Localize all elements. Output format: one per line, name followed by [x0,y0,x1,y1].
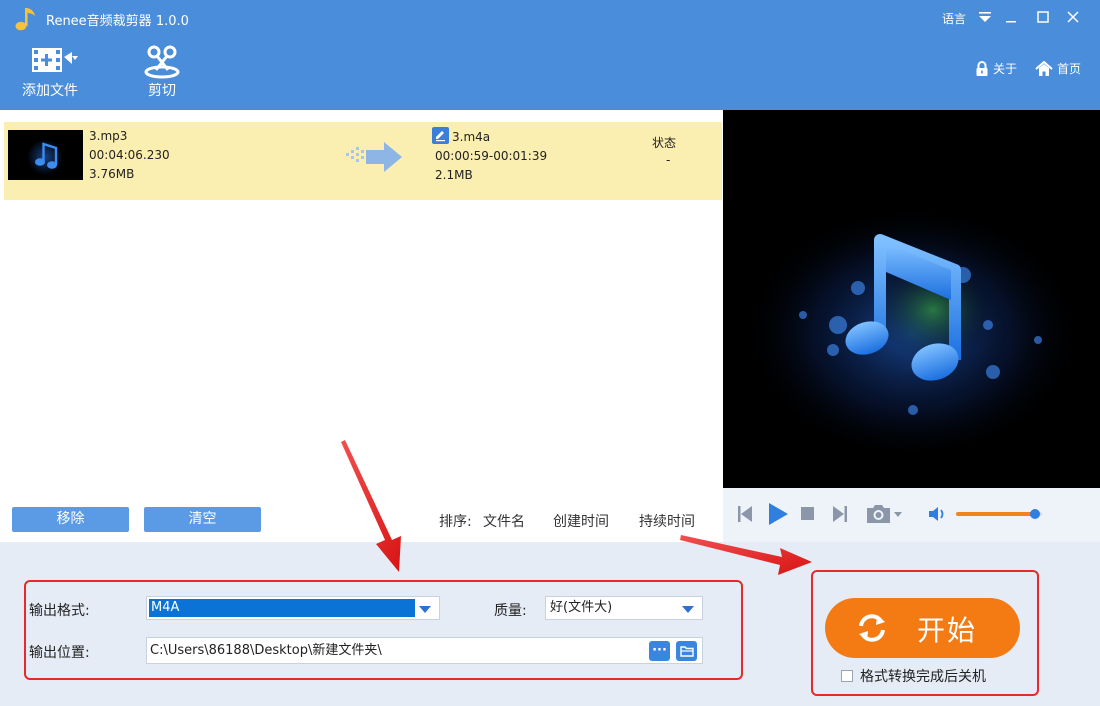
sort-by-duration[interactable]: 持续时间 [639,511,695,531]
start-button[interactable]: 开始 [825,598,1020,658]
about-label: 关于 [993,62,1018,76]
home-label: 首页 [1057,62,1082,76]
output-file-name: 3.m4a [452,130,491,144]
cut-label: 剪切 [148,83,176,99]
cut-button[interactable]: 剪切 [138,44,186,100]
convert-arrow-icon [346,142,402,172]
sort-label: 排序: [439,514,472,530]
start-label: 开始 [917,614,978,647]
music-note-logo-icon [15,8,35,31]
file-list-panel: 3.mp3 00:04:06.230 3.76MB 3.m4a 00:00:59… [0,110,723,542]
remove-button[interactable]: 移除 [12,507,129,532]
shutdown-after-conversion-label: 格式转换完成后关机 [860,669,986,685]
output-location-label: 输出位置: [29,645,90,661]
add-video-file-icon [32,48,78,72]
previous-track-icon[interactable] [737,505,753,523]
clear-button[interactable]: 清空 [144,507,261,532]
stop-icon[interactable] [801,507,815,521]
app-title: Renee音频裁剪器 1.0.0 [46,14,189,29]
open-folder-button[interactable] [676,641,697,661]
quality-label: 质量: [494,603,527,619]
player-controls [723,488,1100,542]
home-icon [1035,60,1053,76]
sort-by-created-time[interactable]: 创建时间 [553,511,609,531]
source-file-name: 3.mp3 [89,129,128,143]
volume-slider-fill [956,512,1036,516]
chevron-down-icon [682,606,694,613]
output-settings-area: 输出格式: M4A 质量: 好(文件大) 输出位置: C:\Users\8618… [0,542,1100,706]
maximize-button[interactable] [1032,6,1054,28]
music-note-thumbnail-icon [8,130,83,180]
language-menu[interactable]: 语言 [942,10,966,27]
volume-slider-handle[interactable] [1030,509,1041,519]
menu-dropdown-button[interactable] [974,6,996,28]
maximize-icon [1037,11,1049,23]
browse-button[interactable]: ··· [649,641,670,661]
close-icon [1067,11,1079,23]
camera-snapshot-icon[interactable] [866,503,904,525]
quality-select[interactable]: 好(文件大) [545,596,703,620]
output-format-value: M4A [149,599,415,617]
edit-icon[interactable] [432,127,449,144]
play-icon[interactable] [767,502,789,526]
output-time-range: 00:00:59-00:01:39 [435,149,548,163]
more-dots-icon: ··· [652,643,667,658]
next-track-icon[interactable] [832,505,848,523]
add-file-button[interactable]: 添加文件 [18,44,82,100]
output-file-size: 2.1MB [435,168,473,182]
chevron-down-icon [419,606,431,613]
status-header: 状态 [652,136,677,150]
minimize-button[interactable] [1000,6,1022,28]
output-format-select[interactable]: M4A [146,596,440,620]
media-preview [723,110,1100,488]
volume-slider[interactable] [956,509,1042,519]
lock-icon [976,60,988,76]
refresh-convert-icon [859,614,885,642]
folder-icon [679,645,694,657]
output-settings-highlight [24,580,743,680]
title-toolbar-bar: Renee音频裁剪器 1.0.0 语言 添加文件 剪切 关于 首页 [0,0,1100,110]
scissors-icon [144,45,180,79]
add-file-label: 添加文件 [22,83,78,99]
source-file-duration: 00:04:06.230 [89,148,170,162]
shutdown-checkbox[interactable] [841,670,853,682]
source-file-size: 3.76MB [89,167,135,181]
file-row[interactable]: 3.mp3 00:04:06.230 3.76MB 3.m4a 00:00:59… [4,122,722,200]
file-thumbnail [8,130,83,180]
output-location-value: C:\Users\86188\Desktop\新建文件夹\ [150,643,382,658]
dropdown-menu-icon [979,12,991,22]
volume-icon[interactable] [928,505,948,523]
music-note-artwork-icon [723,110,1100,488]
minimize-icon [1006,21,1016,23]
sort-by-name[interactable]: 文件名 [483,511,525,531]
output-location-input[interactable]: C:\Users\86188\Desktop\新建文件夹\ ··· [146,637,703,664]
home-link[interactable]: 首页 [1035,60,1081,77]
output-format-label: 输出格式: [29,603,90,619]
about-link[interactable]: 关于 [975,60,1017,77]
quality-value: 好(文件大) [550,600,613,615]
status-value: - [666,153,671,167]
close-button[interactable] [1062,6,1084,28]
